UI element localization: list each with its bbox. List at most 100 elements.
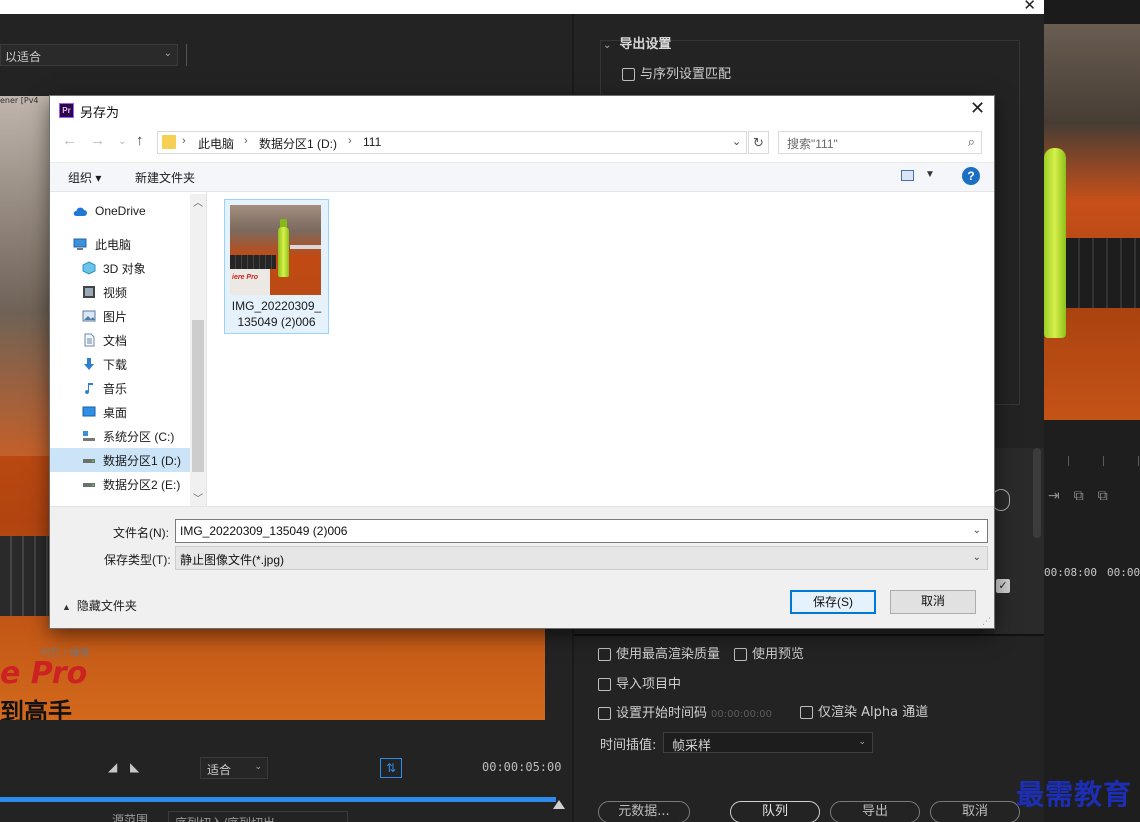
match-sequence-checkbox[interactable]: 与序列设置匹配 bbox=[622, 63, 731, 82]
nav-item-desktop[interactable]: 桌面 bbox=[50, 400, 190, 424]
filename-input[interactable]: IMG_20220309_135049 (2)006 ⌄ bbox=[175, 519, 988, 543]
document-icon bbox=[84, 333, 95, 347]
nav-item-this-pc[interactable]: 此电脑 bbox=[50, 232, 190, 256]
import-project-label: 导入项目中 bbox=[616, 677, 682, 692]
nav-item-3d-objects[interactable]: 3D 对象 bbox=[50, 256, 190, 280]
nav-item-onedrive[interactable]: OneDrive bbox=[50, 200, 190, 224]
breadcrumb-separator-icon[interactable]: › bbox=[244, 135, 248, 147]
window-close-icon[interactable]: ✕ bbox=[1023, 0, 1036, 14]
cube-icon bbox=[82, 261, 96, 275]
dialog-close-icon[interactable]: ✕ bbox=[970, 98, 985, 119]
nav-item-pictures[interactable]: 图片 bbox=[50, 304, 190, 328]
view-mode-icon[interactable] bbox=[901, 170, 914, 181]
chevron-down-icon: ⌄ bbox=[858, 737, 866, 747]
premiere-app-icon: Pr bbox=[59, 103, 74, 118]
file-thumbnail: iere Pro bbox=[230, 205, 321, 295]
source-range-dropdown[interactable]: 序列切入/序列切出 bbox=[168, 811, 348, 822]
scroll-up-icon[interactable]: ︿ bbox=[193, 194, 203, 209]
export-button[interactable]: 导出 bbox=[830, 801, 920, 822]
timeline-tool-icons[interactable]: ⇥⧉⧉ bbox=[1048, 488, 1122, 504]
nav-item-label: 文档 bbox=[103, 334, 128, 348]
help-icon[interactable]: ? bbox=[962, 167, 980, 185]
nav-item-drive-d[interactable]: 数据分区1 (D:) bbox=[50, 448, 190, 472]
search-icon: ⌕ bbox=[967, 134, 975, 149]
playback-fit-dropdown[interactable]: 适合 ⌄ bbox=[200, 757, 268, 779]
address-dropdown-chevron-icon[interactable]: ⌄ bbox=[732, 135, 741, 148]
time-interpolation-label: 时间插值: bbox=[600, 738, 657, 753]
filetype-dropdown[interactable]: 静止图像文件(*.jpg) ⌄ bbox=[175, 546, 988, 570]
save-button[interactable]: 保存(S) bbox=[790, 590, 876, 614]
hidden-checkbox-checked[interactable]: ✓ bbox=[996, 579, 1010, 593]
resize-grip-icon[interactable]: ⋰ bbox=[982, 616, 991, 627]
back-arrow-icon[interactable]: ← bbox=[62, 132, 77, 149]
navigation-pane: OneDrive 此电脑 3D 对象 视频 图片 文档 下载 音乐 桌面 系统分… bbox=[50, 192, 206, 506]
file-name: IMG_20220309_ 135049 (2)006 bbox=[225, 298, 328, 330]
refresh-icon[interactable]: ↻ bbox=[748, 131, 769, 154]
thumbnail-book-text: iere Pro bbox=[232, 274, 259, 281]
view-mode-chevron-icon[interactable]: ▼ bbox=[925, 169, 935, 180]
dialog-titlebar[interactable] bbox=[50, 96, 994, 124]
chevron-down-icon[interactable]: ⌄ bbox=[973, 525, 981, 536]
zoom-fit-dropdown[interactable]: 以适合 ⌄ bbox=[0, 44, 178, 66]
timeline-progress-bar[interactable] bbox=[0, 797, 556, 802]
breadcrumb-folder-111[interactable]: 111 bbox=[363, 135, 381, 149]
nav-item-drive-e[interactable]: 数据分区2 (E:) bbox=[50, 472, 190, 496]
breadcrumb-separator-icon[interactable]: › bbox=[182, 135, 186, 147]
nav-item-label: 系统分区 (C:) bbox=[103, 430, 175, 444]
scroll-down-icon[interactable]: ﹀ bbox=[193, 490, 203, 505]
hidden-toggle[interactable] bbox=[992, 489, 1010, 511]
chevron-down-icon: ⌄ bbox=[163, 48, 172, 59]
max-render-quality-label: 使用最高渲染质量 bbox=[616, 647, 721, 662]
export-settings-header[interactable]: ⌄ 导出设置 bbox=[603, 33, 671, 52]
panel-scrollbar[interactable] bbox=[1033, 448, 1041, 538]
organize-menu[interactable]: 组织 ▾ bbox=[68, 169, 101, 186]
desktop-icon bbox=[82, 406, 96, 417]
download-icon bbox=[84, 358, 94, 370]
mark-in-icon[interactable]: ◢ bbox=[108, 760, 117, 774]
time-interpolation-dropdown[interactable]: 帧采样 ⌄ bbox=[663, 732, 873, 754]
alpha-only-checkbox[interactable]: 仅渲染 Alpha 通道 bbox=[800, 701, 928, 720]
cancel-export-button[interactable]: 取消 bbox=[930, 801, 1020, 822]
search-input[interactable]: 搜索"111" ⌕ bbox=[778, 131, 982, 154]
playback-fit-value: 适合 bbox=[207, 763, 232, 777]
mark-out-icon[interactable]: ◣ bbox=[130, 760, 139, 774]
recent-locations-chevron-icon[interactable]: ⌄ bbox=[118, 136, 126, 147]
hide-folders-toggle[interactable]: ▲ 隐藏文件夹 bbox=[62, 597, 137, 614]
crop-icon[interactable]: ⇅ bbox=[380, 758, 402, 778]
pane-divider bbox=[206, 192, 207, 506]
cancel-button[interactable]: 取消 bbox=[890, 590, 976, 614]
up-arrow-icon[interactable]: ↑ bbox=[136, 132, 144, 149]
time-interpolation-value: 帧采样 bbox=[672, 739, 712, 754]
collapse-chevron-icon: ⌄ bbox=[603, 40, 612, 51]
divider bbox=[186, 44, 187, 66]
nav-item-downloads[interactable]: 下载 bbox=[50, 352, 190, 376]
search-placeholder: 搜索"111" bbox=[787, 137, 838, 151]
nav-item-documents[interactable]: 文档 bbox=[50, 328, 190, 352]
nav-item-label: 下载 bbox=[103, 358, 128, 372]
playhead-end-marker[interactable] bbox=[553, 800, 565, 809]
picture-icon bbox=[82, 310, 96, 322]
metadata-button[interactable]: 元数据... bbox=[598, 801, 690, 822]
nav-item-music[interactable]: 音乐 bbox=[50, 376, 190, 400]
breadcrumb-this-pc[interactable]: 此电脑 bbox=[198, 135, 234, 152]
nav-item-drive-c[interactable]: 系统分区 (C:) bbox=[50, 424, 190, 448]
start-timecode-checkbox[interactable]: 设置开始时间码 00:00:00:00 bbox=[598, 702, 772, 721]
scrollbar-thumb[interactable] bbox=[192, 320, 204, 472]
preview-bottle-region bbox=[1044, 148, 1066, 338]
system-drive-icon bbox=[83, 431, 95, 441]
new-folder-button[interactable]: 新建文件夹 bbox=[135, 169, 195, 186]
queue-button[interactable]: 队列 bbox=[730, 801, 820, 822]
chevron-down-icon: ⌄ bbox=[972, 552, 981, 563]
navigation-scrollbar[interactable]: ︿ ﹀ bbox=[190, 194, 206, 506]
file-item[interactable]: iere Pro IMG_20220309_ 135049 (2)006 bbox=[224, 199, 329, 334]
max-render-quality-checkbox[interactable]: 使用最高渲染质量 bbox=[598, 643, 720, 662]
nav-item-videos[interactable]: 视频 bbox=[50, 280, 190, 304]
music-icon bbox=[85, 383, 93, 395]
forward-arrow-icon[interactable]: → bbox=[90, 132, 105, 149]
breadcrumb-separator-icon[interactable]: › bbox=[348, 135, 352, 147]
computer-icon bbox=[73, 238, 87, 250]
nav-item-label: 音乐 bbox=[103, 382, 128, 396]
breadcrumb-drive-d[interactable]: 数据分区1 (D:) bbox=[259, 135, 337, 152]
use-previews-checkbox[interactable]: 使用预览 bbox=[734, 643, 804, 662]
import-project-checkbox[interactable]: 导入项目中 bbox=[598, 673, 681, 692]
